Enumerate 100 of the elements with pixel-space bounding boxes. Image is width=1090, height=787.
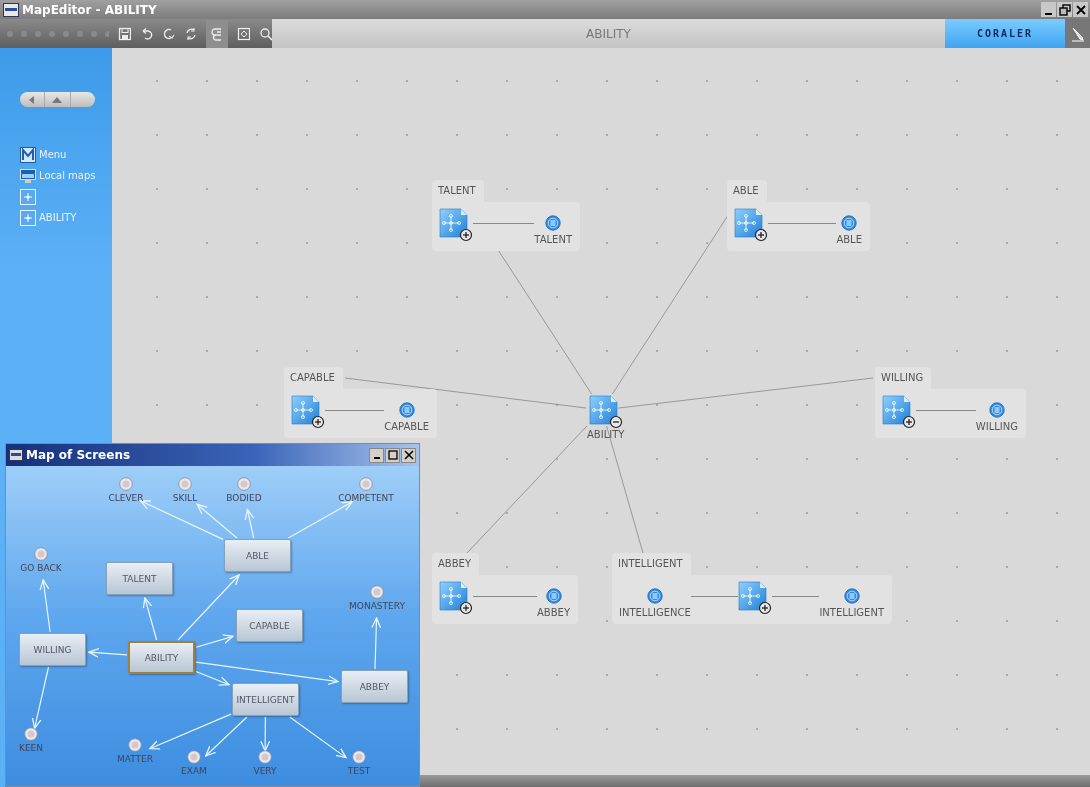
action-node-icon[interactable] bbox=[359, 477, 373, 491]
redo-icon[interactable] bbox=[161, 26, 175, 41]
restore-icon bbox=[1058, 3, 1071, 16]
screen-node[interactable]: TALENT bbox=[106, 562, 173, 595]
link-icon bbox=[209, 26, 224, 41]
screen-node[interactable]: WILLING bbox=[19, 633, 86, 666]
toggle-button[interactable] bbox=[205, 19, 228, 48]
action-label: TEST bbox=[347, 766, 371, 776]
minimize-button[interactable] bbox=[369, 447, 384, 463]
window-icon bbox=[3, 2, 19, 17]
save-icon[interactable] bbox=[117, 26, 131, 41]
left-arrow-icon bbox=[29, 95, 36, 104]
monitor-icon bbox=[20, 167, 36, 184]
arrow bbox=[142, 597, 158, 641]
restore-button[interactable] bbox=[1057, 2, 1072, 17]
screen-node[interactable]: INTELLIGENT bbox=[232, 683, 299, 716]
map-icon bbox=[20, 188, 36, 205]
close-button[interactable] bbox=[401, 447, 416, 463]
screen-label: ABLE bbox=[836, 234, 862, 245]
map-icon[interactable] bbox=[588, 395, 623, 429]
map-icon[interactable] bbox=[439, 581, 473, 615]
up-arrow-icon bbox=[52, 96, 63, 103]
action-node-icon[interactable] bbox=[352, 750, 366, 764]
screen-icon[interactable] bbox=[398, 402, 415, 418]
screen-icon[interactable] bbox=[843, 588, 860, 604]
menu-icon bbox=[20, 146, 36, 163]
action-label: MATTER bbox=[117, 754, 153, 764]
screen-icon[interactable] bbox=[545, 215, 562, 231]
action-node-icon[interactable] bbox=[187, 750, 201, 764]
map-label: ABILITY bbox=[587, 429, 625, 440]
action-label: EXAM bbox=[181, 766, 207, 776]
window-title: MapEditor - ABILITY bbox=[22, 2, 157, 17]
minimize-icon bbox=[1045, 12, 1052, 15]
close-icon bbox=[403, 450, 414, 460]
action-label: SKILL bbox=[172, 493, 198, 503]
group-title: ABBEY bbox=[432, 553, 479, 575]
search-icon[interactable] bbox=[258, 26, 272, 41]
map-icon[interactable] bbox=[882, 395, 916, 429]
action-node-icon[interactable] bbox=[258, 750, 272, 764]
screen-icon[interactable] bbox=[646, 588, 663, 604]
arrow bbox=[260, 716, 271, 752]
minimize-button[interactable] bbox=[1041, 2, 1056, 17]
connector-line bbox=[772, 596, 820, 597]
screen-node[interactable]: ABILITY bbox=[128, 641, 195, 674]
connector-line bbox=[473, 596, 537, 597]
window-title: Map of Screens bbox=[26, 448, 131, 462]
action-label: MONASTERY bbox=[349, 601, 405, 611]
screen-icon[interactable] bbox=[988, 402, 1005, 418]
map-title: ABILITY bbox=[586, 26, 631, 41]
close-button[interactable] bbox=[1073, 2, 1088, 17]
screen-label: WILLING bbox=[975, 421, 1018, 432]
screen-icon[interactable] bbox=[841, 215, 858, 231]
map-icon[interactable] bbox=[738, 581, 773, 615]
group-title: CAPABLE bbox=[284, 367, 343, 389]
action-node-icon[interactable] bbox=[34, 547, 48, 561]
screen-label: TALENT bbox=[534, 234, 572, 245]
window-icon bbox=[9, 449, 23, 461]
arrow bbox=[289, 716, 347, 759]
map-icon[interactable] bbox=[734, 208, 768, 242]
action-label: VERY bbox=[253, 766, 277, 776]
action-label: COMPETENT bbox=[338, 493, 394, 503]
arrow bbox=[371, 617, 382, 670]
arrow bbox=[88, 647, 128, 658]
close-icon bbox=[1074, 3, 1087, 16]
action-node-icon[interactable] bbox=[119, 477, 133, 491]
minimize-icon bbox=[373, 457, 380, 459]
screen-node[interactable]: ABLE bbox=[224, 539, 291, 572]
arrow bbox=[244, 509, 255, 539]
arrow bbox=[31, 666, 50, 730]
connector-line bbox=[916, 410, 976, 411]
map-icon[interactable] bbox=[439, 208, 473, 242]
action-node-icon[interactable] bbox=[237, 477, 251, 491]
fit-icon[interactable] bbox=[236, 26, 250, 41]
action-node-icon[interactable] bbox=[178, 477, 192, 491]
group-title: INTELLIGENT bbox=[612, 553, 691, 575]
screen-node[interactable]: CAPABLE bbox=[236, 609, 303, 642]
map-icon bbox=[20, 209, 36, 226]
action-node-icon[interactable] bbox=[24, 727, 38, 741]
maximize-button[interactable] bbox=[385, 447, 400, 463]
brand-name: CORALER bbox=[976, 28, 1034, 39]
connector-line bbox=[690, 596, 739, 597]
screen-node[interactable]: ABBEY bbox=[341, 670, 408, 703]
action-label: GO BACK bbox=[20, 563, 62, 573]
arrow bbox=[39, 579, 51, 633]
map-icon[interactable] bbox=[291, 395, 325, 429]
maximize-icon bbox=[387, 450, 398, 460]
arrow bbox=[287, 501, 353, 539]
action-label: KEEN bbox=[19, 743, 43, 753]
pen-icon[interactable] bbox=[1070, 25, 1085, 42]
action-label: CLEVER bbox=[108, 493, 144, 503]
screen-label: ABBEY bbox=[537, 607, 570, 618]
group-title: ABLE bbox=[727, 180, 767, 202]
group-title: TALENT bbox=[432, 180, 484, 202]
group-title: WILLING bbox=[875, 367, 932, 389]
refresh-icon[interactable] bbox=[183, 26, 197, 41]
screen-icon[interactable] bbox=[545, 588, 562, 604]
screen-label: INTELLIGENCE bbox=[619, 607, 691, 618]
screen-label: INTELLIGENT bbox=[819, 607, 884, 618]
action-node-icon[interactable] bbox=[128, 738, 142, 752]
action-node-icon[interactable] bbox=[370, 585, 384, 599]
